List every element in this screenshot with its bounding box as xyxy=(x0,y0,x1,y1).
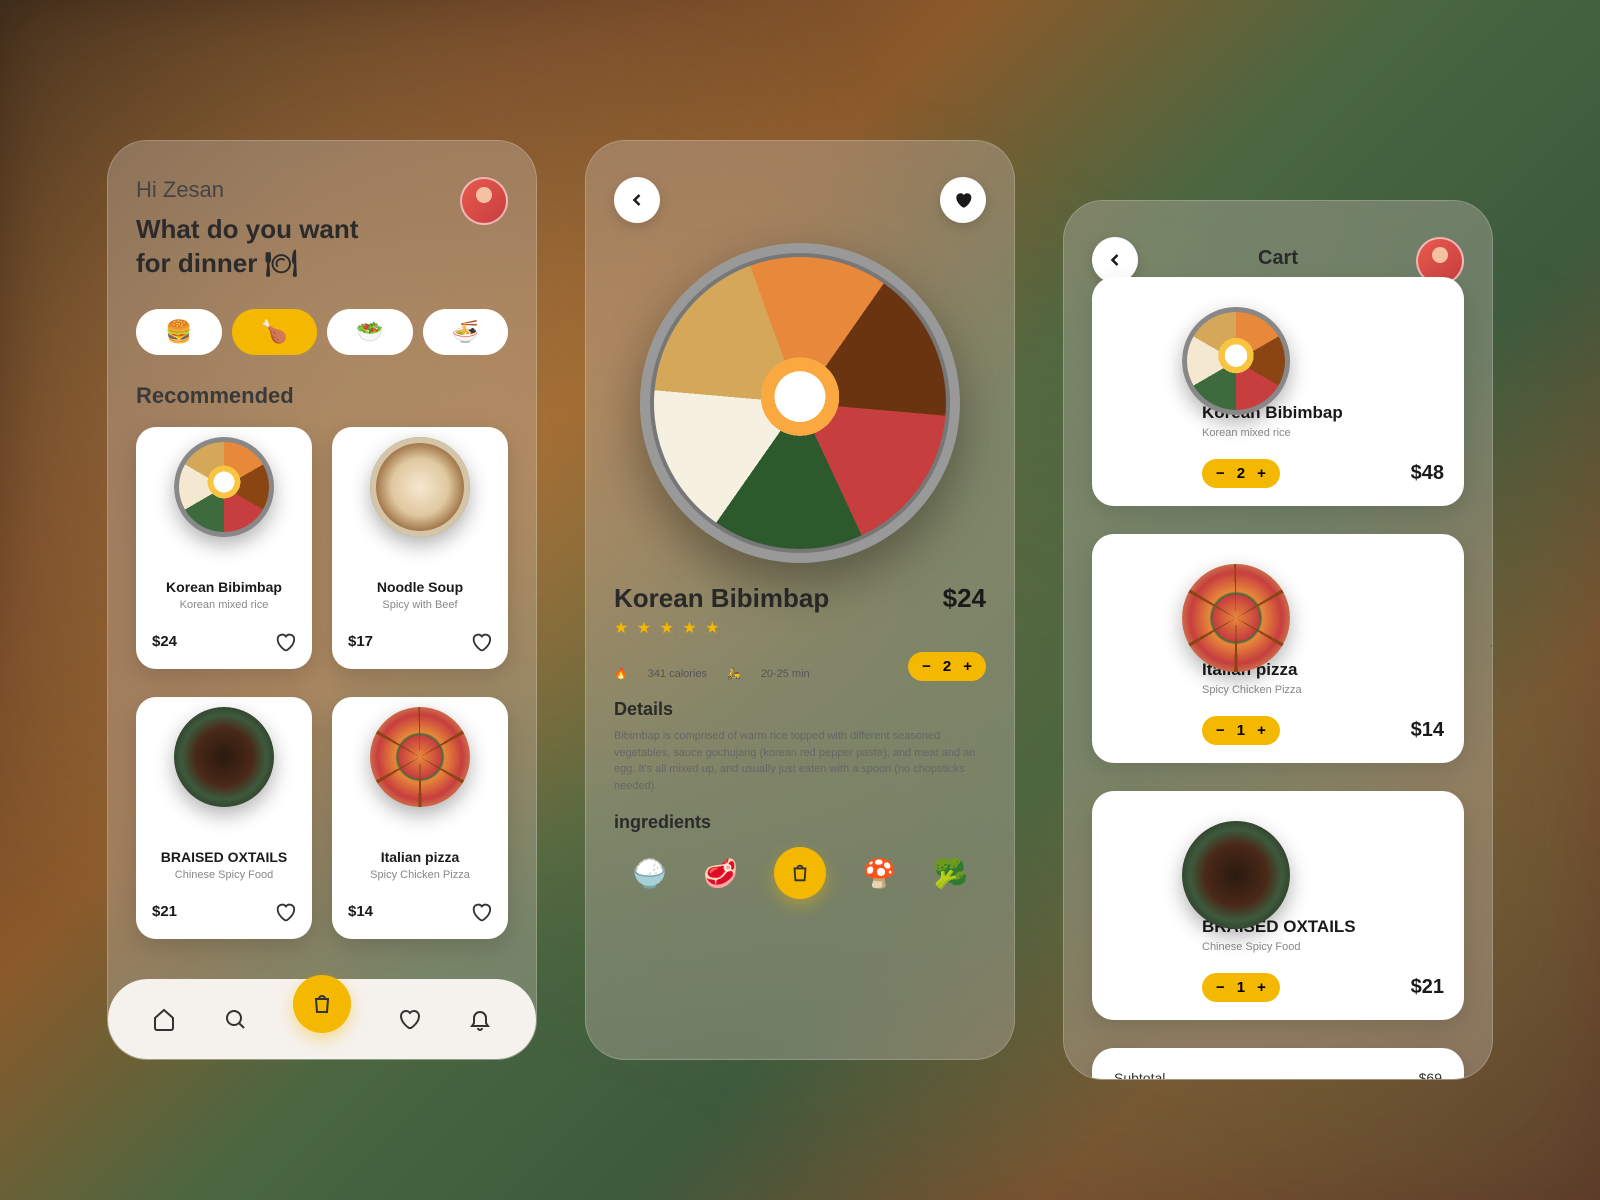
ingredient-icon: 🍄 xyxy=(862,857,897,890)
category-chip[interactable]: 🥗 xyxy=(327,309,413,355)
food-image xyxy=(370,707,470,807)
notifications-tab[interactable] xyxy=(466,1005,494,1033)
tab-bar xyxy=(108,979,536,1059)
cart-item: Italian pizza Spicy Chicken Pizza −1+ $1… xyxy=(1092,534,1464,763)
subtotal-label: Subtotal xyxy=(1114,1070,1165,1080)
cart-item-price: $21 xyxy=(1411,976,1444,999)
subtotal-value: $69 xyxy=(1419,1070,1442,1080)
dish-hero-image xyxy=(640,243,960,563)
quantity-stepper[interactable]: −1 + xyxy=(1202,973,1280,1002)
food-name: BRAISED OXTAILS xyxy=(152,849,296,865)
favorites-tab[interactable] xyxy=(395,1005,423,1033)
qty-plus[interactable]: + xyxy=(1257,465,1266,482)
category-chip[interactable]: 🍜 xyxy=(423,309,509,355)
add-to-cart-button[interactable] xyxy=(774,847,826,899)
search-tab[interactable] xyxy=(221,1005,249,1033)
dish-title: Korean Bibimbap xyxy=(614,583,829,614)
order-summary: Subtotal$69 Delivery$00 Total$69 Check O… xyxy=(1092,1048,1464,1080)
ingredients-label: ingredients xyxy=(614,812,986,833)
cart-item: Korean Bibimbap Korean mixed rice −2+ $4… xyxy=(1092,277,1464,506)
headline: What do you want for dinner 🍽 xyxy=(136,213,396,281)
cart-item-image xyxy=(1182,821,1290,929)
food-card[interactable]: Korean Bibimbap Korean mixed rice $24 xyxy=(136,427,312,669)
food-price: $14 xyxy=(348,903,373,920)
cart-screen: Cart Korean Bibimbap Korean mixed rice −… xyxy=(1063,200,1493,1080)
calories: 341 calories xyxy=(648,668,707,680)
food-image xyxy=(174,437,274,537)
quantity-stepper[interactable]: −2 + xyxy=(1202,459,1280,488)
home-screen: Hi Zesan What do you want for dinner 🍽 🍔… xyxy=(107,140,537,1060)
qty-minus[interactable]: − xyxy=(1216,979,1225,996)
heart-icon[interactable] xyxy=(274,901,296,923)
category-row: 🍔🍗🥗🍜 xyxy=(136,309,508,355)
food-name: Korean Bibimbap xyxy=(152,579,296,595)
ingredient-icon: 🍚 xyxy=(632,857,667,890)
qty-value: 1 xyxy=(1237,722,1245,739)
cart-item-price: $48 xyxy=(1411,462,1444,485)
ingredient-icon: 🥩 xyxy=(703,857,738,890)
dish-description: Bibimbap is comprised of warm rice toppe… xyxy=(614,728,986,794)
cart-tab[interactable] xyxy=(293,975,351,1033)
qty-minus[interactable]: − xyxy=(922,658,931,675)
avatar[interactable] xyxy=(460,177,508,225)
quantity-stepper[interactable]: −1 + xyxy=(1202,716,1280,745)
cart-item-image xyxy=(1182,307,1290,415)
food-name: Italian pizza xyxy=(348,849,492,865)
quantity-stepper[interactable]: − 2 + xyxy=(908,652,986,681)
detail-screen: Korean Bibimbap ★ ★ ★ ★ ★ $24 🔥 341 calor… xyxy=(585,140,1015,1060)
qty-value: 1 xyxy=(1237,979,1245,996)
food-price: $21 xyxy=(152,903,177,920)
qty-value: 2 xyxy=(1237,465,1245,482)
food-name: Noodle Soup xyxy=(348,579,492,595)
qty-value: 2 xyxy=(943,658,951,675)
rating-stars: ★ ★ ★ ★ ★ xyxy=(614,618,829,638)
category-chip[interactable]: 🍔 xyxy=(136,309,222,355)
cart-item-image xyxy=(1182,564,1290,672)
heart-icon[interactable] xyxy=(470,631,492,653)
food-card[interactable]: Noodle Soup Spicy with Beef $17 xyxy=(332,427,508,669)
cart-item-subtitle: Spicy Chicken Pizza xyxy=(1202,684,1444,696)
food-image xyxy=(370,437,470,537)
calories-icon: 🔥 xyxy=(614,667,628,680)
greeting: Hi Zesan xyxy=(136,177,508,203)
details-label: Details xyxy=(614,699,986,720)
ingredient-icon: 🥦 xyxy=(933,857,968,890)
food-price: $24 xyxy=(152,633,177,650)
cart-item: BRAISED OXTAILS Chinese Spicy Food −1+ $… xyxy=(1092,791,1464,1020)
heart-icon[interactable] xyxy=(274,631,296,653)
cart-item-price: $14 xyxy=(1411,719,1444,742)
recommended-label: Recommended xyxy=(136,383,508,409)
cart-item-subtitle: Chinese Spicy Food xyxy=(1202,941,1444,953)
food-subtitle: Chinese Spicy Food xyxy=(152,869,296,881)
food-card[interactable]: BRAISED OXTAILS Chinese Spicy Food $21 xyxy=(136,697,312,939)
qty-plus[interactable]: + xyxy=(1257,979,1266,996)
food-subtitle: Spicy Chicken Pizza xyxy=(348,869,492,881)
qty-minus[interactable]: − xyxy=(1216,722,1225,739)
qty-plus[interactable]: + xyxy=(963,658,972,675)
favorite-button[interactable] xyxy=(940,177,986,223)
home-tab[interactable] xyxy=(150,1005,178,1033)
qty-plus[interactable]: + xyxy=(1257,722,1266,739)
delivery-time: 20-25 min xyxy=(761,668,810,680)
cart-item-subtitle: Korean mixed rice xyxy=(1202,427,1444,439)
delivery-icon: 🛵 xyxy=(727,667,741,680)
heart-icon[interactable] xyxy=(470,901,492,923)
food-card[interactable]: Italian pizza Spicy Chicken Pizza $14 xyxy=(332,697,508,939)
food-price: $17 xyxy=(348,633,373,650)
qty-minus[interactable]: − xyxy=(1216,465,1225,482)
food-subtitle: Spicy with Beef xyxy=(348,599,492,611)
trash-icon[interactable] xyxy=(1488,639,1493,659)
category-chip[interactable]: 🍗 xyxy=(232,309,318,355)
food-image xyxy=(174,707,274,807)
food-subtitle: Korean mixed rice xyxy=(152,599,296,611)
dish-price: $24 xyxy=(943,583,986,614)
back-button[interactable] xyxy=(614,177,660,223)
